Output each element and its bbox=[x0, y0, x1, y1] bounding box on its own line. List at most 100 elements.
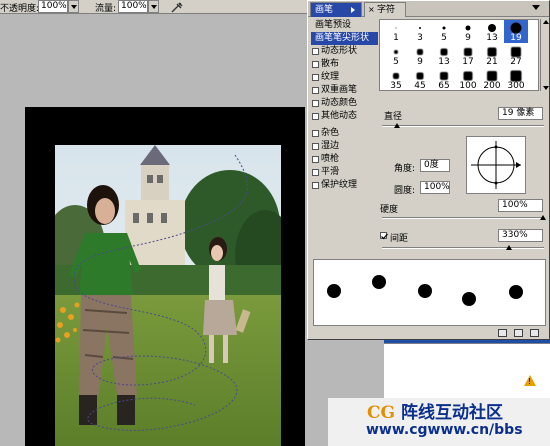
brush-tip-cell[interactable]: 9 bbox=[456, 20, 480, 43]
brush-tip-shape-icon bbox=[419, 27, 421, 29]
diameter-slider[interactable] bbox=[382, 123, 544, 128]
brush-option-label: 画笔预设 bbox=[315, 20, 352, 30]
option-checkbox[interactable] bbox=[312, 48, 319, 55]
brush-tip-cell[interactable]: 100 bbox=[456, 68, 480, 91]
brush-tip-cell[interactable]: 1 bbox=[384, 20, 408, 43]
diameter-field[interactable]: 19 像素 bbox=[498, 107, 543, 120]
brush-option-item[interactable]: 保护纹理 bbox=[311, 179, 378, 192]
option-checkbox[interactable] bbox=[312, 182, 319, 189]
airbrush-icon[interactable] bbox=[170, 1, 184, 13]
diameter-label: 直径 bbox=[384, 112, 403, 122]
option-checkbox[interactable] bbox=[312, 100, 319, 107]
option-checkbox[interactable] bbox=[312, 156, 319, 163]
preview-dot bbox=[462, 292, 476, 306]
brush-option-label: 其他动态 bbox=[321, 111, 358, 121]
watermark-cg: CG bbox=[367, 403, 396, 423]
lock-icon[interactable] bbox=[498, 329, 507, 337]
document-photo[interactable] bbox=[55, 145, 281, 446]
scroll-up-icon[interactable] bbox=[543, 20, 549, 24]
brush-tip-cell[interactable]: 21 bbox=[480, 44, 504, 67]
brush-option-label: 湿边 bbox=[321, 141, 340, 151]
brush-tip-size: 9 bbox=[417, 57, 423, 67]
brush-tip-cell[interactable]: 27 bbox=[504, 44, 528, 67]
brush-tip-size: 200 bbox=[483, 81, 501, 91]
flow-dropdown-button[interactable] bbox=[148, 0, 159, 13]
diameter-slider-thumb[interactable] bbox=[394, 123, 400, 128]
delete-icon[interactable] bbox=[530, 329, 539, 337]
tab-character-label: 字符 bbox=[377, 5, 396, 15]
option-checkbox[interactable] bbox=[312, 61, 319, 68]
tab-brushes[interactable]: 画笔 bbox=[310, 2, 362, 17]
brush-tip-grid: 1 3 5 9 13 19 5 9 13 17 21 27 35 45 65 100 200 300 bbox=[379, 19, 539, 91]
photo-illustration bbox=[55, 145, 281, 446]
brush-option-item[interactable]: 喷枪 bbox=[311, 153, 378, 166]
option-checkbox[interactable] bbox=[312, 113, 319, 120]
spacing-checkbox[interactable] bbox=[380, 232, 388, 240]
brush-tip-size: 100 bbox=[459, 81, 477, 91]
new-preset-icon[interactable] bbox=[514, 329, 523, 337]
roundness-field[interactable]: 100% bbox=[420, 181, 450, 194]
brush-option-item[interactable]: 动态形状 bbox=[311, 45, 378, 58]
close-icon[interactable]: × bbox=[368, 3, 375, 17]
option-checkbox[interactable] bbox=[312, 87, 319, 94]
brush-option-label: 画笔笔尖形状 bbox=[315, 33, 370, 43]
brush-tip-shape-icon bbox=[510, 22, 522, 34]
brush-tip-cell[interactable]: 65 bbox=[432, 68, 456, 90]
brush-tip-shape-icon bbox=[416, 72, 424, 80]
brush-tip-size: 5 bbox=[393, 57, 399, 67]
brush-tip-size: 300 bbox=[507, 81, 525, 91]
hardness-field[interactable]: 100% bbox=[498, 199, 543, 212]
brush-tip-size: 21 bbox=[486, 57, 498, 67]
brush-option-item[interactable]: 散布 bbox=[311, 58, 378, 71]
checkmark-icon bbox=[381, 233, 388, 240]
brush-stroke-preview bbox=[313, 259, 546, 326]
brush-tip-cell[interactable]: 5 bbox=[384, 44, 408, 67]
brush-tip-cell[interactable]: 9 bbox=[408, 44, 432, 67]
brush-tip-shape-icon bbox=[393, 73, 399, 79]
brush-option-item[interactable]: 动态颜色 bbox=[311, 97, 378, 110]
option-checkbox[interactable] bbox=[312, 169, 319, 176]
opacity-field[interactable]: 100% bbox=[38, 0, 68, 13]
angle-field[interactable]: 0度 bbox=[420, 159, 450, 172]
brush-tip-cell[interactable]: 3 bbox=[408, 20, 432, 43]
brush-tip-shape-icon bbox=[442, 26, 446, 30]
spacing-field[interactable]: 330% bbox=[498, 229, 543, 242]
opacity-dropdown-button[interactable] bbox=[68, 0, 79, 13]
brush-tip-cell[interactable]: 35 bbox=[384, 68, 408, 90]
warning-icon[interactable] bbox=[524, 375, 536, 386]
brush-tip-cell[interactable]: 5 bbox=[432, 20, 456, 43]
option-checkbox[interactable] bbox=[312, 74, 319, 81]
brush-option-item[interactable]: 平滑 bbox=[311, 166, 378, 179]
brush-tip-scrollbar[interactable] bbox=[540, 19, 549, 91]
watermark-title: CG 阵线互动社区 bbox=[367, 398, 503, 423]
brush-tip-size: 3 bbox=[417, 33, 423, 43]
brush-tip-cell[interactable]: 19 bbox=[504, 20, 528, 43]
palette-menu-button[interactable] bbox=[532, 5, 543, 13]
brush-option-item[interactable]: 其他动态 bbox=[311, 110, 378, 123]
brush-option-item[interactable]: 画笔笔尖形状 bbox=[311, 32, 378, 45]
hardness-slider[interactable] bbox=[382, 215, 546, 220]
spacing-slider[interactable] bbox=[382, 245, 544, 250]
angle-roundness-widget[interactable] bbox=[466, 136, 526, 194]
flow-field[interactable]: 100% bbox=[118, 0, 148, 13]
brush-tip-cell[interactable]: 300 bbox=[504, 68, 528, 91]
brush-tip-cell[interactable]: 17 bbox=[456, 44, 480, 67]
brush-tip-cell[interactable]: 200 bbox=[480, 68, 504, 91]
brush-tip-cell[interactable]: 13 bbox=[480, 20, 504, 43]
brush-option-item[interactable]: 画笔预设 bbox=[311, 19, 378, 32]
tab-arrow-icon bbox=[351, 7, 355, 13]
scroll-down-icon[interactable] bbox=[543, 86, 549, 90]
option-checkbox[interactable] bbox=[312, 143, 319, 150]
brush-option-item[interactable]: 湿边 bbox=[311, 140, 378, 153]
brush-option-item[interactable]: 杂色 bbox=[311, 127, 378, 140]
brush-tip-cell[interactable]: 13 bbox=[432, 44, 456, 67]
brush-tip-shape-icon bbox=[440, 48, 448, 56]
brush-option-item[interactable]: 双重画笔 bbox=[311, 84, 378, 97]
brush-tip-cell[interactable]: 45 bbox=[408, 68, 432, 90]
spacing-slider-thumb[interactable] bbox=[506, 245, 512, 250]
brush-option-item[interactable]: 纹理 bbox=[311, 71, 378, 84]
option-checkbox[interactable] bbox=[312, 130, 319, 137]
tab-character[interactable]: × 字符 bbox=[364, 2, 406, 17]
brush-tip-shape-icon bbox=[463, 71, 473, 81]
hardness-slider-thumb[interactable] bbox=[540, 215, 546, 220]
